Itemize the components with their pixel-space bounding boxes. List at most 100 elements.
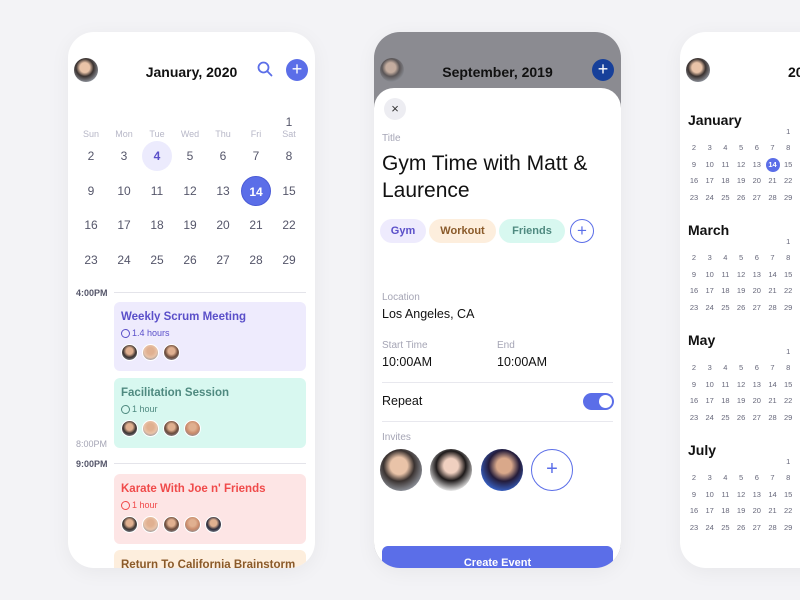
calendar-day[interactable]: 21	[766, 174, 780, 188]
month-title[interactable]: May	[688, 332, 715, 348]
calendar-day[interactable]: 2	[687, 471, 701, 485]
calendar-day[interactable]: 20	[750, 504, 764, 518]
calendar-day[interactable]: 21	[241, 210, 271, 240]
add-tag-button[interactable]: +	[570, 219, 594, 243]
calendar-day[interactable]: 29	[274, 245, 304, 275]
invitee-avatar[interactable]	[481, 449, 523, 491]
calendar-day[interactable]: 27	[750, 521, 764, 535]
calendar-day[interactable]: 22	[781, 284, 795, 298]
calendar-day[interactable]: 14	[766, 268, 780, 282]
calendar-day[interactable]: 28	[766, 521, 780, 535]
calendar-day[interactable]: 24	[703, 191, 717, 205]
start-time-input[interactable]: 10:00AM	[382, 355, 432, 369]
calendar-day[interactable]: 4	[718, 471, 732, 485]
calendar-day[interactable]: 14	[766, 378, 780, 392]
calendar-day[interactable]: 11	[718, 158, 732, 172]
calendar-day[interactable]: 4	[718, 251, 732, 265]
calendar-day[interactable]: 27	[750, 301, 764, 315]
event-card[interactable]: Return To California Brainstorm	[114, 550, 306, 568]
calendar-day[interactable]: 14	[765, 157, 780, 172]
calendar-day[interactable]: 8	[781, 361, 795, 375]
tag-chip[interactable]: Workout	[429, 219, 496, 243]
calendar-day[interactable]: 12	[734, 158, 748, 172]
calendar-day[interactable]: 23	[687, 521, 701, 535]
calendar-day[interactable]: 11	[718, 488, 732, 502]
calendar-day[interactable]: 5	[734, 251, 748, 265]
repeat-toggle[interactable]	[583, 393, 614, 410]
add-event-button[interactable]: +	[286, 59, 308, 81]
calendar-day[interactable]: 26	[734, 301, 748, 315]
calendar-day[interactable]: 7	[766, 251, 780, 265]
calendar-day[interactable]: 28	[766, 191, 780, 205]
end-time-input[interactable]: 10:00AM	[497, 355, 547, 369]
invitee-avatar[interactable]	[380, 449, 422, 491]
calendar-day[interactable]: 13	[750, 488, 764, 502]
calendar-day[interactable]: 26	[734, 521, 748, 535]
calendar-day[interactable]: 20	[208, 210, 238, 240]
calendar-day[interactable]: 29	[781, 191, 795, 205]
calendar-day[interactable]: 29	[781, 411, 795, 425]
calendar-day[interactable]: 3	[703, 251, 717, 265]
calendar-day[interactable]: 4	[142, 141, 172, 171]
calendar-day[interactable]: 5	[734, 471, 748, 485]
calendar-day[interactable]: 8	[781, 141, 795, 155]
event-card[interactable]: Weekly Scrum Meeting 1.4 hours	[114, 302, 306, 371]
calendar-day[interactable]: 22	[781, 394, 795, 408]
calendar-day[interactable]: 20	[750, 284, 764, 298]
calendar-day[interactable]: 20	[750, 394, 764, 408]
calendar-day[interactable]: 5	[734, 361, 748, 375]
add-invite-button[interactable]: +	[531, 449, 573, 491]
calendar-day[interactable]: 15	[781, 268, 795, 282]
calendar-day[interactable]: 25	[718, 191, 732, 205]
calendar-day[interactable]: 6	[750, 141, 764, 155]
create-event-button[interactable]: Create Event	[382, 546, 613, 568]
calendar-day[interactable]: 19	[734, 174, 748, 188]
calendar-day[interactable]: 7	[241, 141, 271, 171]
calendar-day[interactable]: 10	[703, 378, 717, 392]
calendar-day[interactable]: 13	[208, 176, 238, 206]
calendar-day[interactable]: 9	[687, 378, 701, 392]
calendar-day[interactable]: 7	[766, 471, 780, 485]
calendar-day[interactable]: 13	[750, 268, 764, 282]
calendar-day[interactable]: 16	[687, 504, 701, 518]
calendar-day[interactable]: 8	[274, 141, 304, 171]
calendar-day[interactable]: 15	[781, 488, 795, 502]
event-card[interactable]: Facilitation Session 1 hour	[114, 378, 306, 448]
calendar-day[interactable]: 1	[274, 107, 304, 137]
calendar-day[interactable]: 16	[687, 174, 701, 188]
calendar-day[interactable]: 23	[687, 411, 701, 425]
close-icon[interactable]: ×	[384, 98, 406, 120]
calendar-day[interactable]: 6	[750, 251, 764, 265]
calendar-day[interactable]: 4	[718, 361, 732, 375]
calendar-day[interactable]: 12	[734, 378, 748, 392]
calendar-day[interactable]: 16	[76, 210, 106, 240]
calendar-day[interactable]: 9	[687, 268, 701, 282]
calendar-day[interactable]: 16	[687, 394, 701, 408]
calendar-day[interactable]: 23	[76, 245, 106, 275]
calendar-day[interactable]: 6	[208, 141, 238, 171]
calendar-day[interactable]: 3	[109, 141, 139, 171]
calendar-day[interactable]: 5	[175, 141, 205, 171]
calendar-day[interactable]: 11	[142, 176, 172, 206]
calendar-day[interactable]: 10	[703, 158, 717, 172]
calendar-day[interactable]: 2	[76, 141, 106, 171]
calendar-day[interactable]: 2	[687, 141, 701, 155]
calendar-day[interactable]: 19	[734, 394, 748, 408]
invitee-avatar[interactable]	[430, 449, 472, 491]
calendar-day[interactable]: 9	[687, 158, 701, 172]
calendar-day[interactable]: 18	[718, 174, 732, 188]
calendar-day[interactable]: 15	[274, 176, 304, 206]
calendar-day[interactable]: 9	[687, 488, 701, 502]
tag-chip[interactable]: Gym	[380, 219, 426, 243]
calendar-day[interactable]: 15	[781, 378, 795, 392]
calendar-day[interactable]: 27	[750, 411, 764, 425]
calendar-day[interactable]: 26	[734, 411, 748, 425]
calendar-day[interactable]: 1	[781, 345, 795, 359]
calendar-day[interactable]: 6	[750, 471, 764, 485]
calendar-day[interactable]: 23	[687, 301, 701, 315]
calendar-day[interactable]: 13	[750, 158, 764, 172]
calendar-day[interactable]: 21	[766, 284, 780, 298]
calendar-day[interactable]: 11	[718, 268, 732, 282]
calendar-day[interactable]: 1	[781, 235, 795, 249]
calendar-day[interactable]: 29	[781, 301, 795, 315]
